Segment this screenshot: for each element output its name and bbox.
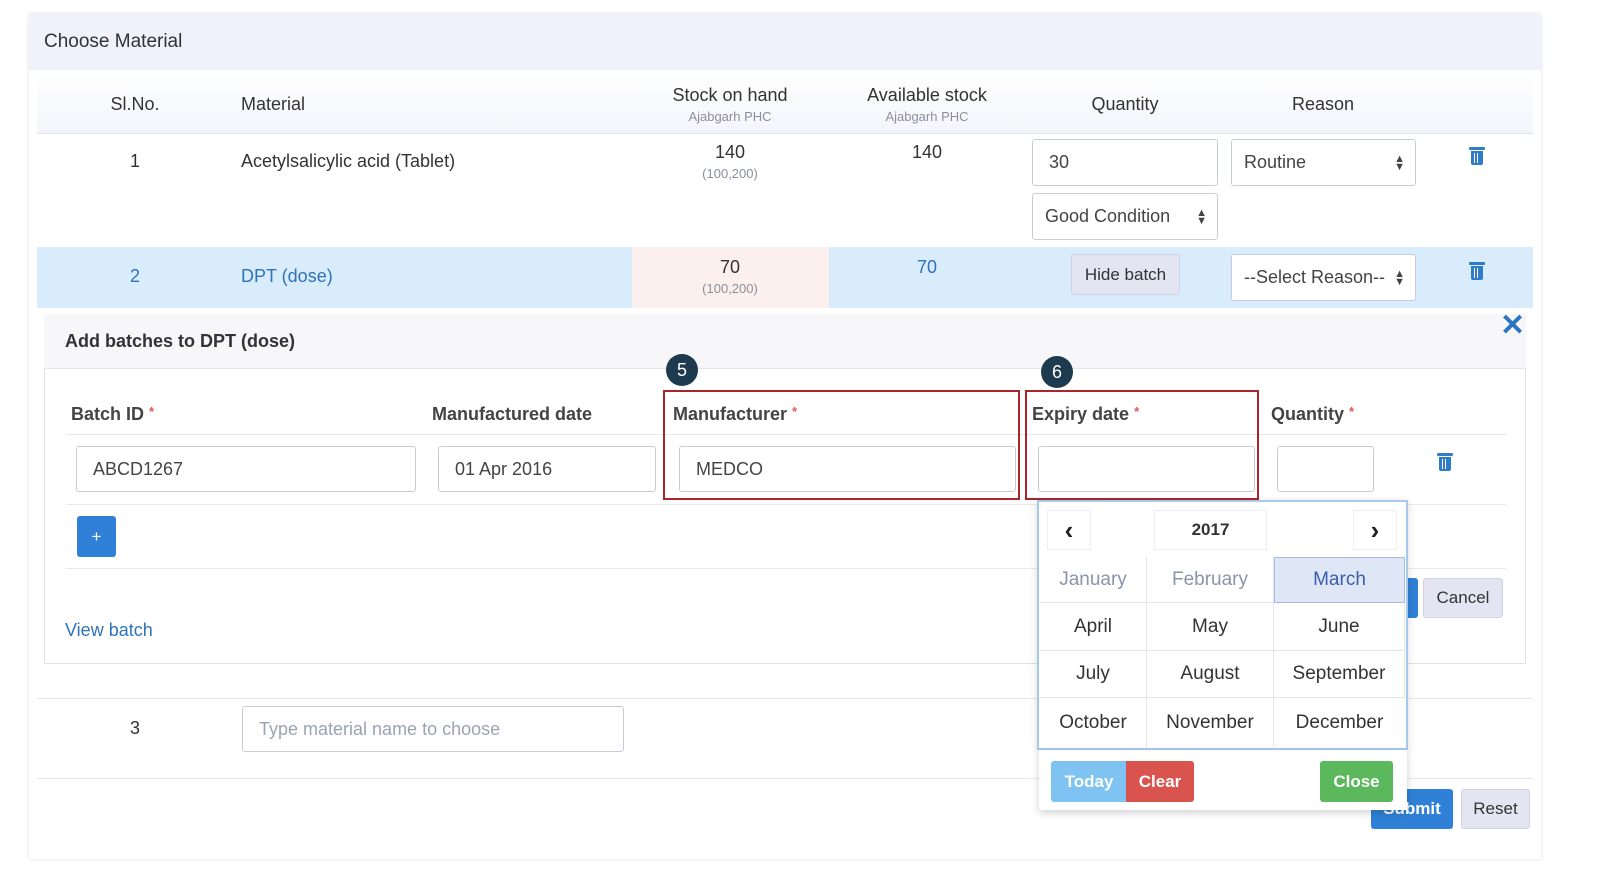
month-january[interactable]: January — [1040, 557, 1147, 603]
header-stock-location: Ajabgarh PHC — [688, 109, 772, 124]
row3-slno: 3 — [129, 718, 140, 738]
row2-material-link[interactable]: DPT (dose) — [241, 266, 333, 287]
manufactured-date-header: Manufactured date — [432, 404, 593, 424]
panel-header — [29, 14, 1541, 70]
view-batch-link[interactable]: View batch — [65, 620, 153, 641]
header-reason: Reason — [1291, 94, 1355, 114]
row2-reason-select[interactable]: --Select Reason-- ▲ ▼ — [1231, 254, 1416, 301]
month-may[interactable]: May — [1147, 603, 1274, 651]
month-july[interactable]: July — [1040, 651, 1147, 698]
next-year-icon[interactable]: › — [1353, 510, 1397, 550]
batch-id-value: ABCD1267 — [93, 458, 184, 479]
close-icon[interactable]: ✕ — [1500, 311, 1525, 341]
row1-material: Acetylsalicylic acid (Tablet) — [241, 151, 456, 171]
month-june[interactable]: June — [1274, 603, 1405, 651]
row1-quantity-value: 30 — [1049, 152, 1070, 172]
header-material: Material — [241, 94, 306, 114]
row2-stock-range: (100,200) — [702, 281, 758, 296]
month-september[interactable]: September — [1274, 651, 1405, 698]
batch-panel-title: Add batches to DPT (dose) — [65, 331, 296, 351]
prev-year-icon[interactable]: ‹ — [1047, 510, 1091, 550]
batch-delete-icon[interactable] — [1437, 453, 1453, 471]
hide-batch-button[interactable]: Hide batch — [1071, 254, 1180, 295]
row2-slno: 2 — [129, 266, 140, 286]
panel-title: Choose Material — [44, 31, 183, 52]
select-arrows-icon: ▲ ▼ — [1394, 152, 1405, 173]
batch-quantity-input[interactable] — [1277, 446, 1374, 492]
header-quantity: Quantity — [1091, 94, 1159, 114]
header-available-location: Ajabgarh PHC — [885, 109, 969, 124]
expiry-highlight-box — [1025, 390, 1259, 500]
select-arrows-icon: ▲ ▼ — [1196, 206, 1207, 227]
row1-stock-on-hand: 140 — [714, 142, 746, 162]
month-february[interactable]: February — [1147, 557, 1274, 603]
manufactured-date-input[interactable]: 01 Apr 2016 — [438, 446, 656, 492]
step-marker-6: 6 — [1041, 356, 1073, 388]
picker-year[interactable]: 2017 — [1154, 510, 1267, 550]
row1-reason-select[interactable]: Routine ▲ ▼ — [1231, 139, 1416, 186]
close-picker-button[interactable]: Close — [1320, 761, 1393, 802]
select-arrows-icon: ▲ ▼ — [1394, 267, 1405, 288]
header-available-stock: Available stock — [867, 85, 987, 105]
row2-delete-icon[interactable] — [1469, 262, 1485, 280]
material-search-placeholder: Type material name to choose — [259, 718, 501, 739]
reset-button[interactable]: Reset — [1461, 789, 1530, 829]
header-slno: Sl.No. — [110, 94, 160, 114]
batch-quantity-header: Quantity * — [1271, 404, 1355, 424]
month-october[interactable]: October — [1040, 698, 1147, 747]
row1-slno: 1 — [129, 151, 140, 171]
cancel-button[interactable]: Cancel — [1423, 578, 1503, 618]
batch-id-header: Batch ID * — [71, 404, 155, 424]
row2-available-stock: 70 — [916, 257, 938, 277]
month-august[interactable]: August — [1147, 651, 1274, 698]
row1-stock-range: (100,200) — [702, 166, 758, 181]
row2-stock-on-hand: 70 — [719, 257, 741, 277]
row2-reason-value: --Select Reason-- — [1244, 267, 1386, 287]
batch-id-input[interactable]: ABCD1267 — [76, 446, 416, 492]
row1-available-stock: 140 — [911, 142, 943, 162]
step-marker-5: 5 — [666, 354, 698, 386]
today-button[interactable]: Today — [1051, 761, 1127, 802]
month-april[interactable]: April — [1040, 603, 1147, 651]
row1-delete-icon[interactable] — [1469, 147, 1485, 165]
month-december[interactable]: December — [1274, 698, 1405, 747]
manufactured-date-value: 01 Apr 2016 — [455, 458, 553, 479]
month-march[interactable]: March — [1274, 557, 1405, 603]
header-stock-on-hand: Stock on hand — [672, 85, 788, 105]
row1-quantity-input[interactable]: 30 — [1032, 139, 1218, 186]
add-batch-button[interactable]: + — [77, 516, 116, 557]
manufacturer-highlight-box — [663, 390, 1020, 500]
material-search-input[interactable]: Type material name to choose — [242, 706, 624, 752]
row1-condition-value: Good Condition — [1045, 206, 1171, 226]
row1-reason-value: Routine — [1244, 152, 1307, 172]
row1-condition-select[interactable]: Good Condition ▲ ▼ — [1032, 193, 1218, 240]
month-november[interactable]: November — [1147, 698, 1274, 747]
clear-button[interactable]: Clear — [1126, 761, 1194, 802]
